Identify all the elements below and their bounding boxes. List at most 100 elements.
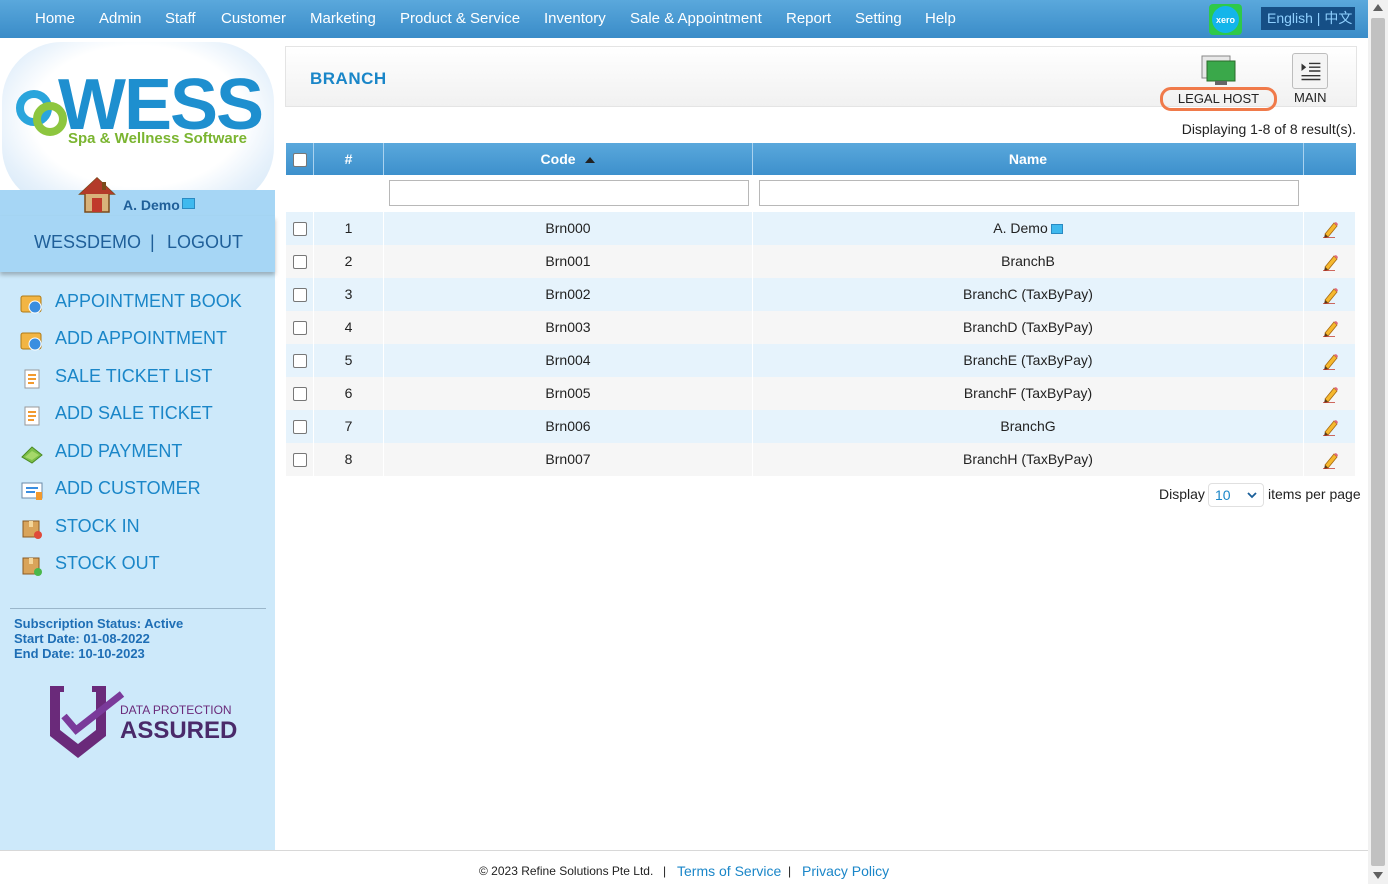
row-name: A. Demo xyxy=(993,220,1048,236)
legal-host-label: LEGAL HOST xyxy=(1160,87,1277,111)
stock-in-icon xyxy=(22,520,42,539)
row-select-cell xyxy=(286,245,314,278)
row-number: 6 xyxy=(314,377,384,410)
results-count: Displaying 1-8 of 8 result(s). xyxy=(1181,121,1356,137)
row-edit-cell xyxy=(1304,278,1356,311)
row-checkbox[interactable] xyxy=(292,321,307,336)
account-link[interactable]: WESSDEMO xyxy=(34,232,141,253)
top-nav: Home Admin Staff Customer Marketing Prod… xyxy=(0,0,1368,38)
row-code: Brn005 xyxy=(384,377,753,410)
row-number: 2 xyxy=(314,245,384,278)
row-checkbox[interactable] xyxy=(292,387,307,402)
row-number: 8 xyxy=(314,443,384,476)
nav-sale-appointment[interactable]: Sale & Appointment xyxy=(630,10,762,27)
add-customer-icon xyxy=(21,482,43,500)
table-row[interactable]: 8 Brn007 BranchH (TaxByPay) xyxy=(286,443,1356,476)
table-row[interactable]: 5 Brn004 BranchE (TaxByPay) xyxy=(286,344,1356,377)
nav-customer[interactable]: Customer xyxy=(221,10,286,27)
edit-pencil-icon[interactable] xyxy=(1321,352,1339,371)
row-checkbox[interactable] xyxy=(292,288,307,303)
scroll-up-arrow-icon[interactable] xyxy=(1373,4,1383,11)
name-filter-input[interactable] xyxy=(759,180,1299,206)
pager-suffix: items per page xyxy=(1268,486,1361,502)
terms-link[interactable]: Terms of Service xyxy=(677,863,781,879)
page-size-select[interactable]: 10 xyxy=(1208,483,1264,507)
row-edit-cell xyxy=(1304,377,1356,410)
table-row[interactable]: 7 Brn006 BranchG xyxy=(286,410,1356,443)
logo-subtitle: Spa & Wellness Software xyxy=(68,130,247,147)
copyright: © 2023 Refine Solutions Pte Ltd. xyxy=(479,864,654,878)
row-name: BranchC (TaxByPay) xyxy=(963,286,1093,302)
code-filter-input[interactable] xyxy=(389,180,749,206)
row-name-cell: BranchE (TaxByPay) xyxy=(753,344,1304,377)
table-row[interactable]: 2 Brn001 BranchB xyxy=(286,245,1356,278)
computer-screen-icon xyxy=(1201,55,1236,85)
nav-help[interactable]: Help xyxy=(925,10,956,27)
nav-report[interactable]: Report xyxy=(786,10,831,27)
row-name-cell: BranchB xyxy=(753,245,1304,278)
footer-separator: | xyxy=(788,864,792,878)
legal-host-button[interactable]: LEGAL HOST xyxy=(1159,51,1279,111)
row-checkbox[interactable] xyxy=(292,255,307,270)
menu-label: ADD SALE TICKET xyxy=(55,403,213,423)
row-checkbox[interactable] xyxy=(292,222,307,237)
nav-inventory[interactable]: Inventory xyxy=(544,10,606,27)
main-label: MAIN xyxy=(1294,90,1327,105)
nav-admin[interactable]: Admin xyxy=(99,10,142,27)
row-number: 4 xyxy=(314,311,384,344)
footer: © 2023 Refine Solutions Pte Ltd. | Terms… xyxy=(0,850,1368,884)
privacy-link[interactable]: Privacy Policy xyxy=(802,863,889,879)
edit-pencil-icon[interactable] xyxy=(1321,451,1339,470)
page-scrollbar[interactable] xyxy=(1368,0,1388,884)
table-row[interactable]: 4 Brn003 BranchD (TaxByPay) xyxy=(286,311,1356,344)
computer-icon xyxy=(182,198,195,209)
row-checkbox[interactable] xyxy=(292,420,307,435)
nav-home[interactable]: Home xyxy=(35,10,75,27)
edit-pencil-icon[interactable] xyxy=(1321,253,1339,272)
nav-staff[interactable]: Staff xyxy=(165,10,196,27)
row-name: BranchE (TaxByPay) xyxy=(963,352,1093,368)
xero-button[interactable]: xero xyxy=(1209,4,1242,35)
scroll-down-arrow-icon[interactable] xyxy=(1373,872,1383,879)
row-name-cell: BranchH (TaxByPay) xyxy=(753,443,1304,476)
divider xyxy=(10,608,266,609)
nav-marketing[interactable]: Marketing xyxy=(310,10,376,27)
row-checkbox[interactable] xyxy=(292,354,307,369)
row-name: BranchG xyxy=(1000,418,1056,434)
col-name[interactable]: Name xyxy=(753,143,1304,175)
appointment-book-icon xyxy=(20,295,42,314)
row-name-cell: A. Demo xyxy=(753,212,1304,245)
logout-link[interactable]: LOGOUT xyxy=(167,232,243,253)
scroll-thumb[interactable] xyxy=(1371,18,1385,866)
nav-product-service[interactable]: Product & Service xyxy=(400,10,520,27)
row-code: Brn000 xyxy=(384,212,753,245)
row-checkbox[interactable] xyxy=(292,453,307,468)
select-all-cell xyxy=(286,143,314,175)
account-row: WESSDEMO | LOGOUT xyxy=(0,216,275,272)
edit-pencil-icon[interactable] xyxy=(1321,319,1339,338)
house-icon[interactable] xyxy=(78,176,116,214)
wess-logo[interactable]: WESS Spa & Wellness Software xyxy=(0,38,275,190)
nav-setting[interactable]: Setting xyxy=(855,10,902,27)
add-sale-ticket-icon xyxy=(24,406,40,426)
edit-pencil-icon[interactable] xyxy=(1321,418,1339,437)
col-code[interactable]: Code xyxy=(384,143,753,175)
edit-pencil-icon[interactable] xyxy=(1321,385,1339,404)
user-name: A. Demo xyxy=(123,197,180,213)
row-number: 3 xyxy=(314,278,384,311)
chevron-down-icon xyxy=(1247,492,1257,499)
edit-pencil-icon[interactable] xyxy=(1321,286,1339,305)
row-code: Brn004 xyxy=(384,344,753,377)
row-edit-cell xyxy=(1304,410,1356,443)
language-switcher[interactable]: English | 中文 xyxy=(1261,7,1355,30)
row-edit-cell xyxy=(1304,212,1356,245)
edit-pencil-icon[interactable] xyxy=(1321,220,1339,239)
table-row[interactable]: 6 Brn005 BranchF (TaxByPay) xyxy=(286,377,1356,410)
select-all-checkbox[interactable] xyxy=(292,153,307,168)
table-row[interactable]: 3 Brn002 BranchC (TaxByPay) xyxy=(286,278,1356,311)
row-code: Brn003 xyxy=(384,311,753,344)
row-name: BranchF (TaxByPay) xyxy=(963,385,1093,401)
subscription-start-date: Start Date: 01-08-2022 xyxy=(14,631,150,646)
table-row[interactable]: 1 Brn000 A. Demo xyxy=(286,212,1356,245)
col-number[interactable]: # xyxy=(314,143,384,175)
